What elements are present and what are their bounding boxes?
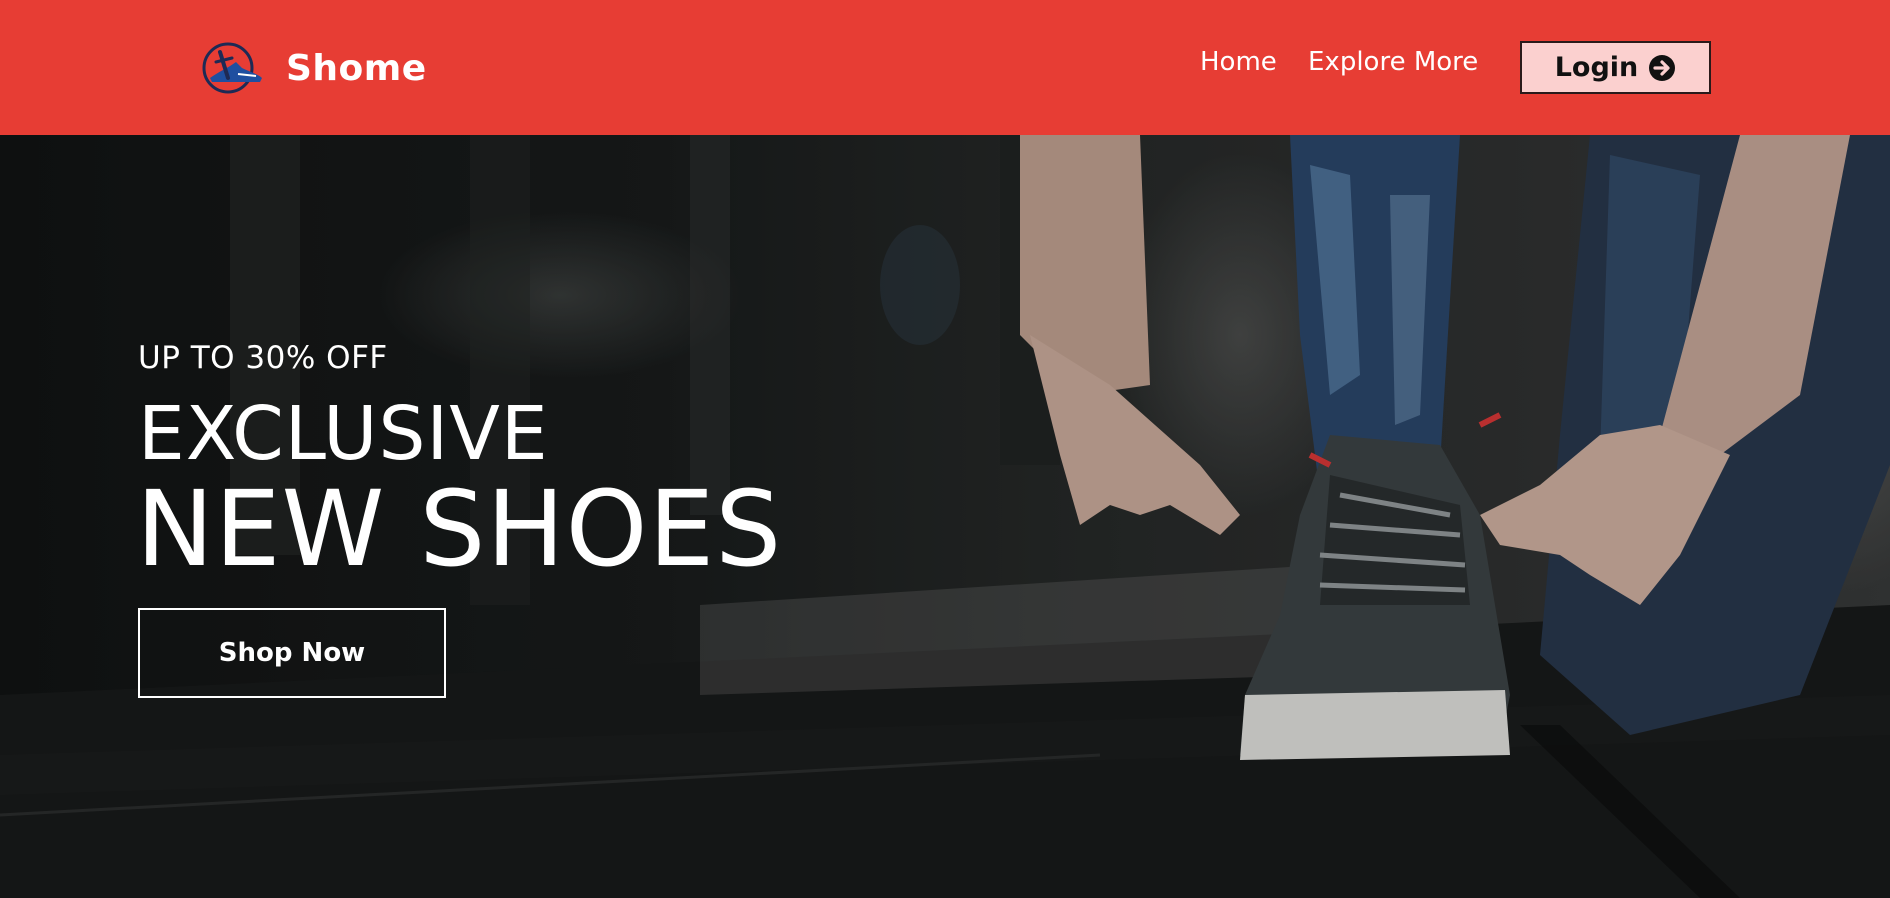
nav-link-explore-more[interactable]: Explore More	[1308, 42, 1478, 82]
brand-name: Shome	[286, 47, 427, 89]
headline-line-2: NEW SHOES	[136, 468, 783, 590]
headline-line-1: EXCLUSIVE	[138, 391, 549, 477]
hero-banner: UP TO 30% OFF EXCLUSIVE NEW SHOES Shop N…	[0, 135, 1890, 898]
brand-link[interactable]: Shome	[198, 38, 427, 98]
shop-now-button[interactable]: Shop Now	[138, 608, 446, 698]
login-button-label: Login	[1554, 52, 1639, 83]
top-navbar: Shome Home Explore More Login	[0, 0, 1890, 135]
login-button[interactable]: Login	[1520, 41, 1711, 94]
promo-text: UP TO 30% OFF	[138, 340, 388, 376]
shoe-logo-icon	[202, 42, 262, 94]
arrow-right-circle-icon	[1649, 54, 1676, 81]
nav-link-home[interactable]: Home	[1200, 42, 1277, 82]
